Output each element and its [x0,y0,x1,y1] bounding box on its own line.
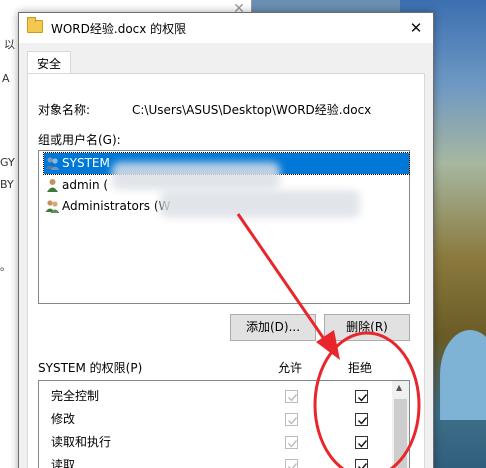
deny-checkbox[interactable] [355,390,368,403]
allow-column-header: 允许 [278,361,303,375]
add-button[interactable]: 添加(D)... [230,314,316,341]
close-icon[interactable]: ✕ [399,13,433,43]
permission-name: 修改 [51,412,76,426]
permissions-dialog: WORD经验.docx 的权限 ✕ 安全 对象名称: C:\Users\ASUS… [18,12,434,468]
allow-checkbox [285,459,298,468]
object-path: C:\Users\ASUS\Desktop\WORD经验.docx [132,103,372,117]
privacy-blur [160,190,360,218]
user-item-label: Administrators (W [62,199,171,213]
permission-row: 读取和执行 [51,431,391,454]
folder-icon [27,17,43,33]
users-label: 组或用户名(G): [38,133,121,147]
deny-checkbox[interactable] [355,459,368,468]
deny-checkbox[interactable] [355,413,368,426]
permission-name: 完全控制 [51,389,100,403]
title-bar[interactable]: WORD经验.docx 的权限 ✕ [19,13,433,43]
privacy-blur [112,162,280,190]
allow-checkbox [285,436,298,449]
permissions-label: SYSTEM 的权限(P) [38,361,143,375]
permission-name: 读取和执行 [51,435,112,449]
object-name-label: 对象名称: [38,103,91,117]
group-icon [45,200,60,213]
allow-checkbox [285,413,298,426]
permissions-list[interactable]: 完全控制 修改 读取和执行 读取 ▲ [38,380,410,468]
allow-checkbox [285,390,298,403]
user-icon [47,179,58,192]
deny-column-header: 拒绝 [348,361,373,375]
user-item-label: SYSTEM [62,156,110,170]
remove-button[interactable]: 删除(R) [324,314,410,341]
background-edge-text: A [2,72,10,85]
scroll-up-icon[interactable]: ▲ [396,383,402,392]
scrollbar-thumb[interactable] [394,399,407,468]
group-icon [45,157,60,170]
background-edge-text: 以 [4,38,15,51]
user-item-label: admin ( [62,178,109,192]
permission-row: 读取 [51,454,391,468]
permission-name: 读取 [51,458,76,468]
deny-checkbox[interactable] [355,436,368,449]
security-panel: 对象名称: C:\Users\ASUS\Desktop\WORD经验.docx … [27,73,425,468]
background-edge-text: BY [0,178,14,191]
background-edge-text: 。 [0,260,11,273]
permissions-scrollbar[interactable]: ▲ [392,381,409,468]
wallpaper-rock-arch [440,330,486,420]
background-edge-text: GY [0,156,15,169]
permission-row: 完全控制 [51,385,391,408]
dialog-title: WORD经验.docx 的权限 [51,22,187,36]
permission-row: 修改 [51,408,391,431]
